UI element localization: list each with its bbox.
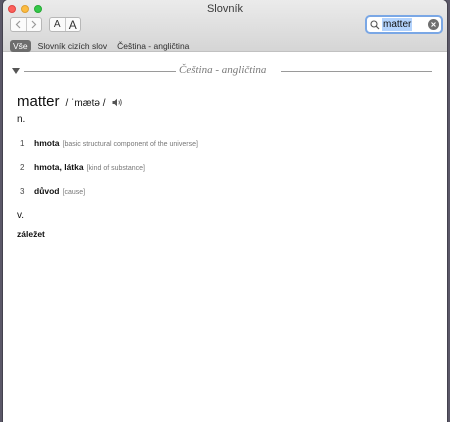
- scope-foreign-words[interactable]: Slovník cizích slov: [35, 40, 110, 52]
- sense-number: 1: [20, 139, 25, 148]
- sense-item: 1 hmota [basic structural component of t…: [20, 138, 198, 148]
- pronunciation: / ˈmætə /: [65, 98, 106, 109]
- headword-row: matter / ˈmætə /: [17, 93, 123, 110]
- chevron-left-icon: [15, 20, 21, 29]
- sense-gloss: [cause]: [62, 189, 86, 196]
- forward-button[interactable]: [25, 18, 42, 31]
- increase-font-button[interactable]: A: [64, 18, 81, 32]
- section-title: Čeština - angličtina: [179, 64, 267, 76]
- sense-translation: důvod: [34, 186, 60, 196]
- sense-number: 3: [20, 187, 25, 196]
- scope-czech-english[interactable]: Čeština - angličtina: [114, 40, 192, 52]
- part-of-speech-verb: v.: [17, 210, 25, 221]
- dictionary-window: Slovník A A matter Vše Slovník cizích sl…: [3, 0, 447, 422]
- entry-content: Čeština - angličtina matter / ˈmætə / n.…: [3, 53, 447, 422]
- headword: matter: [17, 93, 60, 110]
- sense-gloss: [basic structural component of the unive…: [62, 141, 198, 148]
- section-rule-right: [281, 71, 432, 72]
- sense-item: 3 důvod [cause]: [20, 186, 85, 196]
- disclosure-triangle-icon[interactable]: [12, 68, 20, 74]
- search-field[interactable]: matter: [365, 15, 443, 34]
- font-size-buttons: A A: [49, 17, 81, 32]
- sense-translation: hmota, látka: [34, 162, 84, 172]
- sense-gloss: [kind of substance]: [86, 165, 145, 172]
- back-button[interactable]: [11, 18, 26, 31]
- decrease-font-button[interactable]: A: [50, 18, 65, 31]
- section-rule-left: [24, 71, 176, 72]
- window-title: Slovník: [206, 3, 244, 15]
- search-input[interactable]: matter: [382, 18, 413, 31]
- speaker-icon[interactable]: [112, 98, 123, 107]
- close-icon: [431, 22, 436, 27]
- search-icon: [370, 19, 380, 29]
- sense-translation: hmota: [34, 138, 60, 148]
- dictionary-scope-bar: Vše Slovník cizích slov Čeština - anglič…: [10, 39, 196, 52]
- sense-number: 2: [20, 163, 25, 172]
- verb-translation: záležet: [17, 229, 45, 239]
- sense-item: 2 hmota, látka [kind of substance]: [20, 162, 145, 172]
- navigation-buttons: [10, 17, 42, 32]
- title-bar: Slovník A A matter Vše Slovník cizích sl…: [3, 0, 447, 52]
- section-header: Čeština - angličtina: [12, 64, 432, 78]
- part-of-speech-noun: n.: [17, 114, 26, 125]
- scope-all[interactable]: Vše: [10, 39, 31, 52]
- chevron-right-icon: [31, 20, 37, 29]
- clear-search-button[interactable]: [428, 19, 439, 30]
